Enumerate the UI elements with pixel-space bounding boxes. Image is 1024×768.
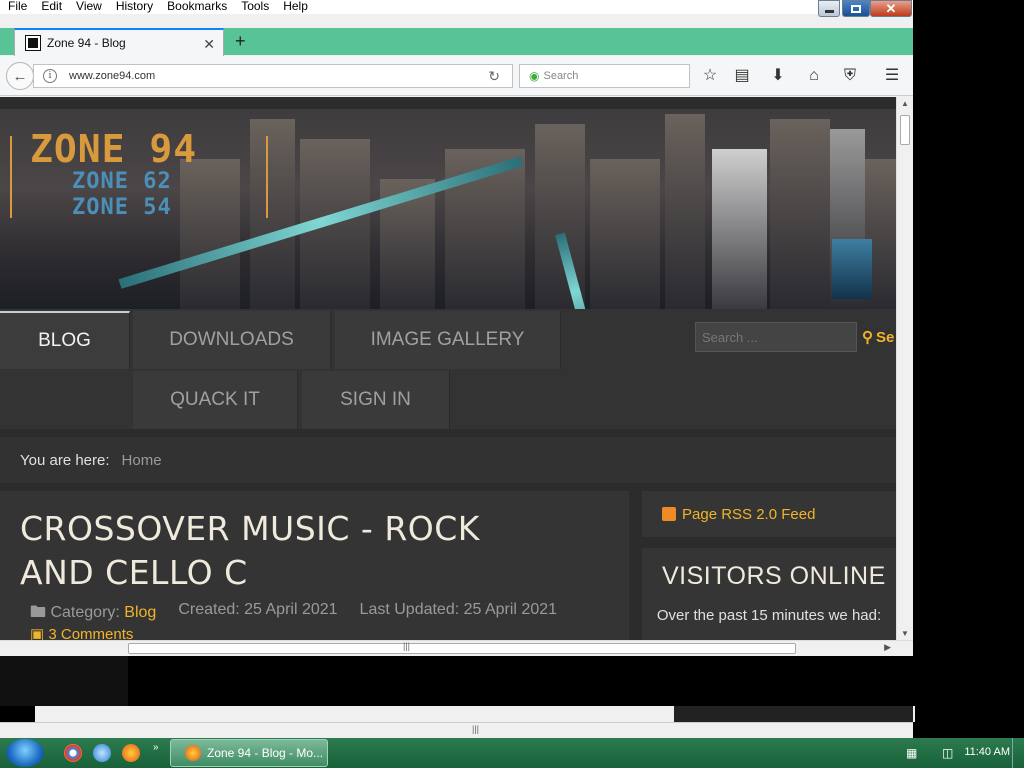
scroll-grip-icon: ||| <box>403 641 411 651</box>
menu-tools[interactable]: Tools <box>236 0 274 14</box>
comments-count: 3 Comments <box>48 626 134 640</box>
browser-window: File Edit View History Bookmarks Tools H… <box>0 0 913 656</box>
comments-link[interactable]: ▣ 3 Comments <box>30 625 133 640</box>
page-content: ZONE 94 ZONE 62 ZONE 54 BLOG DOWNLOADS I… <box>0 97 896 640</box>
comment-icon: ▣ <box>30 626 45 640</box>
tab-close-icon[interactable]: ✕ <box>203 36 215 53</box>
menu-bookmarks[interactable]: Bookmarks <box>162 0 232 14</box>
created-date: Created: 25 April 2021 <box>178 601 338 618</box>
minimize-button[interactable] <box>818 0 840 17</box>
render-artifact <box>0 656 128 706</box>
folder-icon: 🖿 <box>30 604 47 621</box>
show-desktop-button[interactable] <box>1012 738 1024 768</box>
breadcrumb-label: You are here: <box>20 451 110 469</box>
firefox-window-icon <box>185 745 201 761</box>
chrome-icon[interactable] <box>64 744 82 762</box>
vertical-scroll-thumb[interactable] <box>900 115 910 145</box>
tab-strip: Zone 94 - Blog ✕ + <box>0 28 913 56</box>
article-title[interactable]: CROSSOVER MUSIC - ROCK AND CELLO C <box>20 507 560 595</box>
updated-date: Last Updated: 25 April 2021 <box>359 601 558 618</box>
site-search-input[interactable]: Search ... <box>695 322 857 352</box>
rss-feed-link[interactable]: Page RSS 2.0 Feed <box>642 491 896 537</box>
keyboard-tray-icon[interactable]: ▦ <box>906 746 917 760</box>
download-icon[interactable]: ⬇ <box>768 66 788 86</box>
category-label: Category: <box>50 604 120 621</box>
menu-bar: File Edit View History Bookmarks Tools H… <box>0 0 913 14</box>
nav-sign-in[interactable]: SIGN IN <box>302 371 450 429</box>
site-search-button-label: Se <box>876 328 895 346</box>
site-nav: BLOG DOWNLOADS IMAGE GALLERY QUACK IT SI… <box>0 309 896 429</box>
start-button[interactable] <box>6 739 44 767</box>
nav-image-gallery[interactable]: IMAGE GALLERY <box>335 311 561 369</box>
search-icon: ⚲ <box>862 329 873 346</box>
new-tab-button[interactable]: + <box>235 31 246 52</box>
article-meta: 🖿 Category: Blog Created: 25 April 2021 … <box>30 601 557 628</box>
render-artifact-block <box>674 706 913 722</box>
scroll-down-icon[interactable]: ▼ <box>901 629 909 638</box>
tab-zone94[interactable]: Zone 94 - Blog ✕ <box>14 28 224 56</box>
search-engine-icon: ◉ <box>529 69 540 83</box>
breadcrumb: You are here: Home <box>0 437 896 483</box>
firefox-icon[interactable] <box>122 744 140 762</box>
taskbar: » Zone 94 - Blog - Mo... ▦ ◫ 11:40 AM <box>0 738 1024 768</box>
overflow-chevron-icon[interactable]: » <box>153 742 159 753</box>
scroll-up-icon[interactable]: ▲ <box>901 99 909 108</box>
article: CROSSOVER MUSIC - ROCK AND CELLO C 🖿 Cat… <box>0 491 629 640</box>
internet-explorer-icon[interactable] <box>93 744 111 762</box>
menu-history[interactable]: History <box>111 0 158 14</box>
browser-search-input[interactable]: ◉ Search <box>519 64 690 88</box>
close-icon: ✕ <box>885 0 897 16</box>
url-text: www.zone94.com <box>69 70 156 82</box>
restore-button[interactable] <box>842 0 870 17</box>
network-tray-icon[interactable]: ◫ <box>942 746 953 760</box>
site-logo[interactable]: ZONE 94 <box>30 127 197 171</box>
site-favicon-icon <box>25 35 41 51</box>
logo-sub-zone54: ZONE 54 <box>72 195 172 220</box>
nav-downloads[interactable]: DOWNLOADS <box>133 311 331 369</box>
visitors-text: Over the past 15 minutes we had: <box>656 607 882 624</box>
pocket-icon[interactable]: ⛨ <box>840 66 860 86</box>
nav-blog[interactable]: BLOG <box>0 311 130 369</box>
category-meta: 🖿 Category: Blog <box>30 601 156 628</box>
hamburger-menu-icon[interactable]: ☰ <box>882 66 902 86</box>
rss-label: Page RSS 2.0 Feed <box>682 505 816 523</box>
arrow-left-icon: ← <box>12 67 28 85</box>
horizontal-scroll-thumb[interactable] <box>128 643 796 654</box>
menu-file[interactable]: File <box>0 0 32 14</box>
taskbar-window-button[interactable]: Zone 94 - Blog - Mo... <box>170 739 328 767</box>
stale-scrollbar: ||| <box>0 722 913 738</box>
visitors-module: VISITORS ONLINE Over the past 15 minutes… <box>642 548 896 640</box>
category-link[interactable]: Blog <box>124 604 156 621</box>
menu-edit[interactable]: Edit <box>36 0 67 14</box>
vertical-scrollbar[interactable]: ▲ ▼ <box>896 97 913 640</box>
browser-search-placeholder: Search <box>543 70 579 82</box>
rss-icon <box>662 507 676 521</box>
taskbar-window-title: Zone 94 - Blog - Mo... <box>207 746 324 760</box>
home-icon[interactable]: ⌂ <box>804 66 824 86</box>
minimize-icon <box>824 10 834 13</box>
info-icon[interactable]: i <box>43 69 57 83</box>
visitors-title: VISITORS ONLINE <box>662 562 886 590</box>
reload-icon[interactable]: ↻ <box>488 68 500 85</box>
back-button[interactable]: ← <box>6 62 34 90</box>
navigation-bar: ← i www.zone94.com ↻ ◉ Search ☆ ▤ ⬇ ⌂ ⛨ … <box>0 56 913 96</box>
horizontal-scrollbar[interactable]: ||| ▶ <box>0 640 913 656</box>
scroll-right-icon[interactable]: ▶ <box>884 642 891 653</box>
logo-sub-zone62: ZONE 62 <box>72 169 172 194</box>
restore-icon <box>851 4 861 13</box>
system-clock[interactable]: 11:40 AM <box>964 746 1010 758</box>
stale-scroll-grip-icon: ||| <box>472 724 480 734</box>
site-banner: ZONE 94 ZONE 62 ZONE 54 <box>0 109 896 309</box>
menu-help[interactable]: Help <box>278 0 313 14</box>
breadcrumb-home-link[interactable]: Home <box>122 452 162 469</box>
nav-quack-it[interactable]: QUACK IT <box>133 371 298 429</box>
bookmark-star-icon[interactable]: ☆ <box>700 66 720 86</box>
url-bar[interactable]: i www.zone94.com ↻ <box>33 64 513 88</box>
menu-view[interactable]: View <box>71 0 107 14</box>
site-search-button[interactable]: ⚲ Se <box>862 322 894 352</box>
tab-title: Zone 94 - Blog <box>47 36 126 50</box>
close-window-button[interactable]: ✕ <box>870 0 912 17</box>
reading-list-icon[interactable]: ▤ <box>732 66 752 86</box>
